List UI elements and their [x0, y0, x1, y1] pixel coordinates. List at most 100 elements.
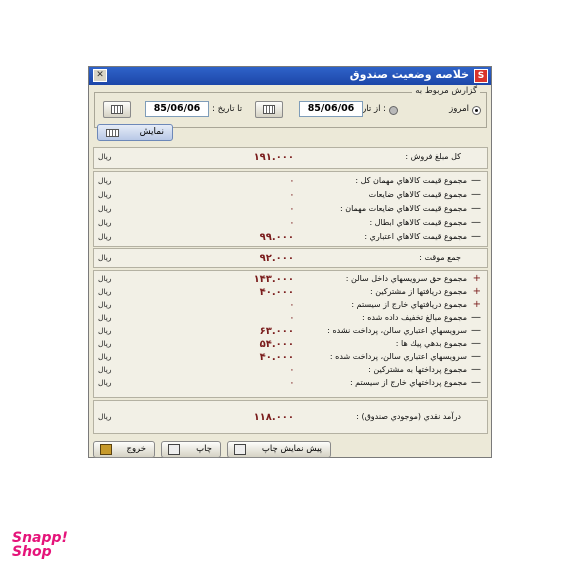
unit-label: ريال [98, 287, 112, 296]
plus-icon: + [472, 273, 481, 284]
row-value: ۰ [289, 191, 294, 199]
minus-icon: — [471, 217, 481, 228]
minus-icon: — [471, 189, 481, 200]
today-radio[interactable] [472, 106, 481, 115]
list-item: ريال ۶۳.۰۰۰ سرويسهاي اعتباري سالن، پرداخ… [94, 326, 487, 338]
total-sales-label: كل مبلغ فروش : [405, 152, 461, 161]
list-item: ريال ۴۰.۰۰۰ سرويسهاي اعتباري سالن، پرداخ… [94, 352, 487, 364]
preview-print-button[interactable]: پيش نمايش چاپ [227, 441, 331, 458]
to-date-label: تا تاريخ : [212, 104, 243, 114]
row-label: مجموع قيمت كالاهاي اعتباري : [364, 232, 467, 241]
adjustments-panel: ريال ۱۴۳.۰۰۰ مجموع حق سرويسهاي داخل سالن… [93, 270, 488, 398]
list-item: ريال ۰ مجموع مبالغ تخفيف داده شده : — [94, 313, 487, 325]
cash-income-value: ۱۱۸.۰۰۰ [253, 412, 294, 423]
list-item: ريال ۱۴۳.۰۰۰ مجموع حق سرويسهاي داخل سالن… [94, 274, 487, 286]
report-group-label: گزارش مربوط به [412, 86, 480, 96]
unit-label: ريال [98, 300, 112, 309]
minus-icon: — [471, 175, 481, 186]
row-value: ۰ [289, 205, 294, 213]
list-item: ريال ۰ مجموع قيمت كالاهاي ضايعات — [94, 190, 487, 202]
unit-label: ريال [98, 412, 112, 421]
title-bar[interactable]: S خلاصه وضعيت صندوق ✕ [89, 67, 491, 85]
cash-summary-window: S خلاصه وضعيت صندوق ✕ گزارش مربوط به امر… [88, 66, 492, 458]
row-label: مجموع پرداختهاي خارج از سيستم : [349, 378, 467, 387]
report-range-group: گزارش مربوط به امروز : از تاريخ 85/06/06… [94, 86, 487, 128]
printer-icon [168, 444, 180, 455]
row-label: سرويسهاي اعتباري سالن، پرداخت شده : [329, 352, 467, 361]
row-label: مجموع پرداختها به مشتركين : [368, 365, 467, 374]
logo-line-2: Shop [12, 544, 52, 560]
minus-icon: — [471, 312, 481, 323]
unit-label: ريال [98, 352, 112, 361]
row-value: ۰ [289, 301, 294, 309]
show-button[interactable]: نمايش [97, 124, 173, 141]
row-value: ۰ [289, 366, 294, 374]
table-icon [106, 129, 119, 137]
unit-label: ريال [98, 218, 112, 227]
total-sales-panel: ريال ۱۹۱.۰۰۰ كل مبلغ فروش : [93, 147, 488, 169]
row-label: مجموع قيمت كالاهاي ضايعات مهمان : [339, 204, 467, 213]
unit-label: ريال [98, 378, 112, 387]
print-button[interactable]: چاپ [161, 441, 221, 458]
row-value: ۱۴۳.۰۰۰ [253, 274, 294, 285]
list-item: ريال ۰ مجموع قيمت كالاهاي مهمان كل : — [94, 176, 487, 188]
to-date-field[interactable]: 85/06/06 [145, 101, 209, 117]
subtotal-label: جمع موقت : [419, 253, 461, 262]
deductions-panel: ريال ۰ مجموع قيمت كالاهاي مهمان كل : — ر… [93, 171, 488, 247]
plus-icon: + [472, 286, 481, 297]
date-range-radio[interactable] [389, 106, 398, 115]
unit-label: ريال [98, 365, 112, 374]
list-item: ريال ۵۴.۰۰۰ مجموع بدهي پيك ها : — [94, 339, 487, 351]
list-item: ريال ۹۹.۰۰۰ مجموع قيمت كالاهاي اعتباري :… [94, 232, 487, 244]
from-date-calendar-button[interactable] [255, 101, 283, 118]
minus-icon: — [471, 364, 481, 375]
row-label: مجموع مبالغ تخفيف داده شده : [362, 313, 467, 322]
unit-label: ريال [98, 339, 112, 348]
row-value: ۵۴.۰۰۰ [259, 339, 294, 350]
list-item: ريال ۰ مجموع قيمت كالاهاي ضايعات مهمان :… [94, 204, 487, 216]
app-logo-icon: S [474, 69, 488, 83]
close-icon: ✕ [96, 70, 104, 80]
unit-label: ريال [98, 274, 112, 283]
row-value: ۴۰.۰۰۰ [259, 287, 294, 298]
row-value: ۴۰.۰۰۰ [259, 352, 294, 363]
row-value: ۰ [289, 177, 294, 185]
subtotal-panel: ريال ۹۲.۰۰۰ جمع موقت : [93, 248, 488, 268]
calendar-icon [263, 105, 275, 114]
to-date-calendar-button[interactable] [103, 101, 131, 118]
plus-icon: + [472, 299, 481, 310]
close-button[interactable]: ✕ [93, 69, 107, 82]
unit-label: ريال [98, 176, 112, 185]
cash-income-row: ريال ۱۱۸.۰۰۰ درآمد نقدي (موجودي صندوق) : [94, 412, 487, 424]
list-item: ريال ۰ مجموع قيمت كالاهاي ابطال : — [94, 218, 487, 230]
unit-label: ريال [98, 326, 112, 335]
cash-income-panel: ريال ۱۱۸.۰۰۰ درآمد نقدي (موجودي صندوق) : [93, 400, 488, 434]
subtotal-value: ۹۲.۰۰۰ [259, 253, 294, 264]
exit-label: خروج [126, 444, 146, 454]
minus-icon: — [471, 231, 481, 242]
list-item: ريال ۰ مجموع پرداختها به مشتركين : — [94, 365, 487, 377]
list-item: ريال ۰ مجموع پرداختهاي خارج از سيستم : — [94, 378, 487, 390]
logo-line-1: Snapp! [12, 530, 68, 546]
minus-icon: — [471, 338, 481, 349]
window-title: خلاصه وضعيت صندوق [349, 68, 469, 81]
list-item: ريال ۰ مجموع دريافتهاي خارج از سيستم : + [94, 300, 487, 312]
minus-icon: — [471, 351, 481, 362]
row-label: مجموع قيمت كالاهاي ابطال : [369, 218, 467, 227]
minus-icon: — [471, 377, 481, 388]
minus-icon: — [471, 203, 481, 214]
total-sales-row: ريال ۱۹۱.۰۰۰ كل مبلغ فروش : [94, 152, 487, 164]
calendar-icon [111, 105, 123, 114]
from-date-field[interactable]: 85/06/06 [299, 101, 363, 117]
exit-button[interactable]: خروج [93, 441, 155, 458]
row-label: مجموع قيمت كالاهاي مهمان كل : [355, 176, 467, 185]
show-button-label: نمايش [139, 127, 164, 137]
unit-label: ريال [98, 204, 112, 213]
button-bar: پيش نمايش چاپ چاپ خروج [89, 439, 491, 459]
row-value: ۹۹.۰۰۰ [259, 232, 294, 243]
unit-label: ريال [98, 313, 112, 322]
unit-label: ريال [98, 253, 112, 262]
exit-door-icon [100, 444, 112, 455]
unit-label: ريال [98, 152, 112, 161]
total-sales-value: ۱۹۱.۰۰۰ [253, 152, 294, 163]
